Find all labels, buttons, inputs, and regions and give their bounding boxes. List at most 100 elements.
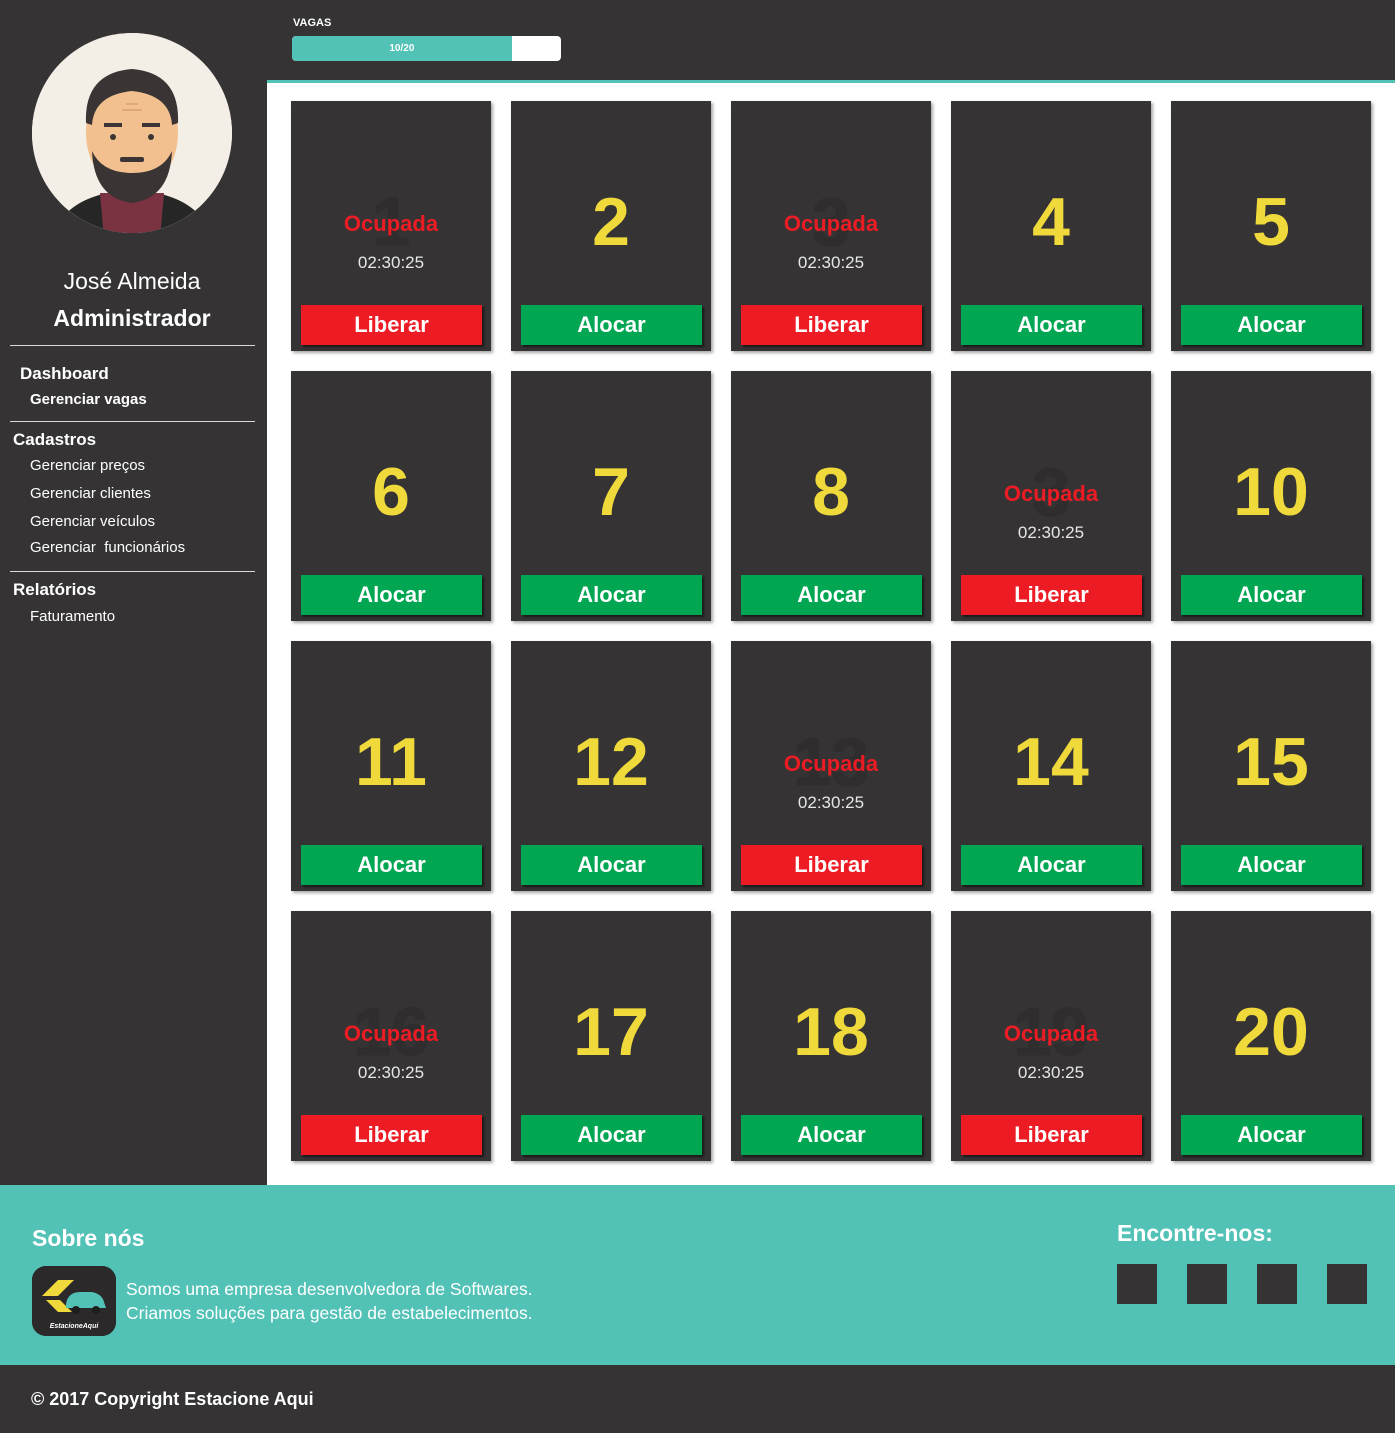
spot-timer: 02:30:25 xyxy=(797,793,865,812)
logo-text: EstacioneAqui xyxy=(50,1323,100,1330)
spot-number: 14 xyxy=(1013,724,1089,800)
avatar xyxy=(32,33,232,233)
logo-icon: EstacioneAqui xyxy=(32,1266,116,1336)
sidebar: José Almeida Administrador Dashboard Ger… xyxy=(0,0,267,1185)
spot-status: Ocupada xyxy=(1003,1021,1099,1046)
liberar-button[interactable]: Liberar xyxy=(741,845,922,885)
spot-number: 17 xyxy=(573,994,649,1070)
alocar-button[interactable]: Alocar xyxy=(1181,305,1362,345)
parking-spot-card: 13 Ocupada 02:30:25 Liberar xyxy=(731,641,931,891)
parking-spot-card: 2 Alocar xyxy=(511,101,711,351)
liberar-button[interactable]: Liberar xyxy=(961,1115,1142,1155)
vagas-progress-fill: 10/20 xyxy=(292,36,512,61)
avatar-illustration xyxy=(32,33,232,233)
spot-number: 20 xyxy=(1233,994,1309,1070)
parking-spot-card: 15 Alocar xyxy=(1171,641,1371,891)
liberar-button[interactable]: Liberar xyxy=(961,575,1142,615)
nav-item-gerenciar-clientes[interactable]: Gerenciar clientes xyxy=(30,485,151,502)
social-icon-3[interactable] xyxy=(1257,1264,1297,1304)
spot-number: 15 xyxy=(1233,724,1309,800)
divider xyxy=(10,345,255,346)
alocar-button[interactable]: Alocar xyxy=(301,845,482,885)
spot-timer: 02:30:25 xyxy=(357,253,425,272)
alocar-button[interactable]: Alocar xyxy=(961,305,1142,345)
spot-number: 5 xyxy=(1252,184,1290,260)
divider xyxy=(10,421,255,422)
parking-spot-card: 16 Ocupada 02:30:25 Liberar xyxy=(291,911,491,1161)
user-name: José Almeida xyxy=(63,268,201,294)
about-title: Sobre nós xyxy=(32,1225,145,1251)
parking-spot-card: 5 Alocar xyxy=(1171,101,1371,351)
spot-status: Ocupada xyxy=(343,1021,439,1046)
spot-number: 18 xyxy=(793,994,869,1070)
parking-spot-card: 1 Ocupada 02:30:25 Liberar xyxy=(291,101,491,351)
about-line-2: Criamos soluções para gestão de estabele… xyxy=(126,1303,533,1323)
alocar-button[interactable]: Alocar xyxy=(301,575,482,615)
nav-item-gerenciar-veiculos[interactable]: Gerenciar veículos xyxy=(30,513,155,530)
spot-timer: 02:30:25 xyxy=(1017,523,1085,542)
divider xyxy=(10,571,255,572)
find-us-title: Encontre-nos: xyxy=(1117,1220,1273,1246)
spot-number: 11 xyxy=(355,724,427,800)
parking-spot-card: 7 Alocar xyxy=(511,371,711,621)
spots-grid: 1 Ocupada 02:30:25 Liberar 2 Alocar 3 Ocupada 02… xyxy=(291,101,1371,1161)
parking-spot-card: 8 Alocar xyxy=(731,371,931,621)
spot-number: 8 xyxy=(812,454,850,530)
liberar-button[interactable]: Liberar xyxy=(301,305,482,345)
spot-number: 6 xyxy=(372,454,410,530)
social-icon-4[interactable] xyxy=(1327,1264,1367,1304)
alocar-button[interactable]: Alocar xyxy=(741,1115,922,1155)
vagas-progress-text: 10/20 xyxy=(389,43,415,54)
alocar-button[interactable]: Alocar xyxy=(1181,1115,1362,1155)
parking-spot-card: 19 Ocupada 02:30:25 Liberar xyxy=(951,911,1151,1161)
parking-spot-card: 12 Alocar xyxy=(511,641,711,891)
estacione-aqui-logo: EstacioneAqui xyxy=(32,1266,116,1336)
nav-relatorios: Relatórios xyxy=(13,580,97,599)
alocar-button[interactable]: Alocar xyxy=(1181,575,1362,615)
nav-dashboard[interactable]: Dashboard xyxy=(20,364,109,384)
vagas-progress-bar: 10/20 xyxy=(292,36,561,61)
about-line-1: Somos uma empresa desenvolvedora de Soft… xyxy=(126,1279,533,1299)
copyright-bar: © 2017 Copyright Estacione Aqui xyxy=(0,1365,1395,1433)
user-role: Administrador xyxy=(53,305,211,331)
main-content: 1 Ocupada 02:30:25 Liberar 2 Alocar 3 Ocupada 02… xyxy=(267,83,1395,1185)
spot-status: Ocupada xyxy=(783,751,879,776)
parking-spot-card: 6 Alocar xyxy=(291,371,491,621)
alocar-button[interactable]: Alocar xyxy=(521,845,702,885)
alocar-button[interactable]: Alocar xyxy=(521,305,702,345)
vagas-label: VAGAS xyxy=(293,17,332,29)
parking-spot-card: 17 Alocar xyxy=(511,911,711,1161)
alocar-button[interactable]: Alocar xyxy=(521,1115,702,1155)
liberar-button[interactable]: Liberar xyxy=(301,1115,482,1155)
spot-timer: 02:30:25 xyxy=(797,253,865,272)
parking-spot-card: 18 Alocar xyxy=(731,911,931,1161)
spot-number: 12 xyxy=(573,724,649,800)
social-icon-2[interactable] xyxy=(1187,1264,1227,1304)
nav-item-gerenciar-vagas[interactable]: Gerenciar vagas xyxy=(30,391,147,408)
parking-spot-card: 4 Alocar xyxy=(951,101,1151,351)
nav-item-gerenciar-funcionarios[interactable]: Gerenciar funcionários xyxy=(30,539,185,556)
copyright-text: © 2017 Copyright Estacione Aqui xyxy=(31,1389,314,1409)
social-icon-1[interactable] xyxy=(1117,1264,1157,1304)
nav-item-gerenciar-precos[interactable]: Gerenciar preços xyxy=(30,457,145,474)
alocar-button[interactable]: Alocar xyxy=(521,575,702,615)
footer: Sobre nós EstacioneAqui Somos uma empres… xyxy=(0,1185,1395,1365)
nav-item-faturamento[interactable]: Faturamento xyxy=(30,608,115,625)
parking-spot-card: 11 Alocar xyxy=(291,641,491,891)
spot-status: Ocupada xyxy=(343,211,439,236)
spot-number: 10 xyxy=(1233,454,1309,530)
nav-cadastros: Cadastros xyxy=(13,430,97,449)
spot-status: Ocupada xyxy=(783,211,879,236)
parking-spot-card: 20 Alocar xyxy=(1171,911,1371,1161)
spot-status: Ocupada xyxy=(1003,481,1099,506)
spot-number: 2 xyxy=(592,184,630,260)
spot-number: 4 xyxy=(1032,184,1070,260)
spot-timer: 02:30:25 xyxy=(1017,1063,1085,1082)
alocar-button[interactable]: Alocar xyxy=(741,575,922,615)
alocar-button[interactable]: Alocar xyxy=(1181,845,1362,885)
parking-spot-card: 14 Alocar xyxy=(951,641,1151,891)
spot-number: 7 xyxy=(592,454,630,530)
parking-spot-card: 3 Ocupada 02:30:25 Liberar xyxy=(731,101,931,351)
alocar-button[interactable]: Alocar xyxy=(961,845,1142,885)
liberar-button[interactable]: Liberar xyxy=(741,305,922,345)
